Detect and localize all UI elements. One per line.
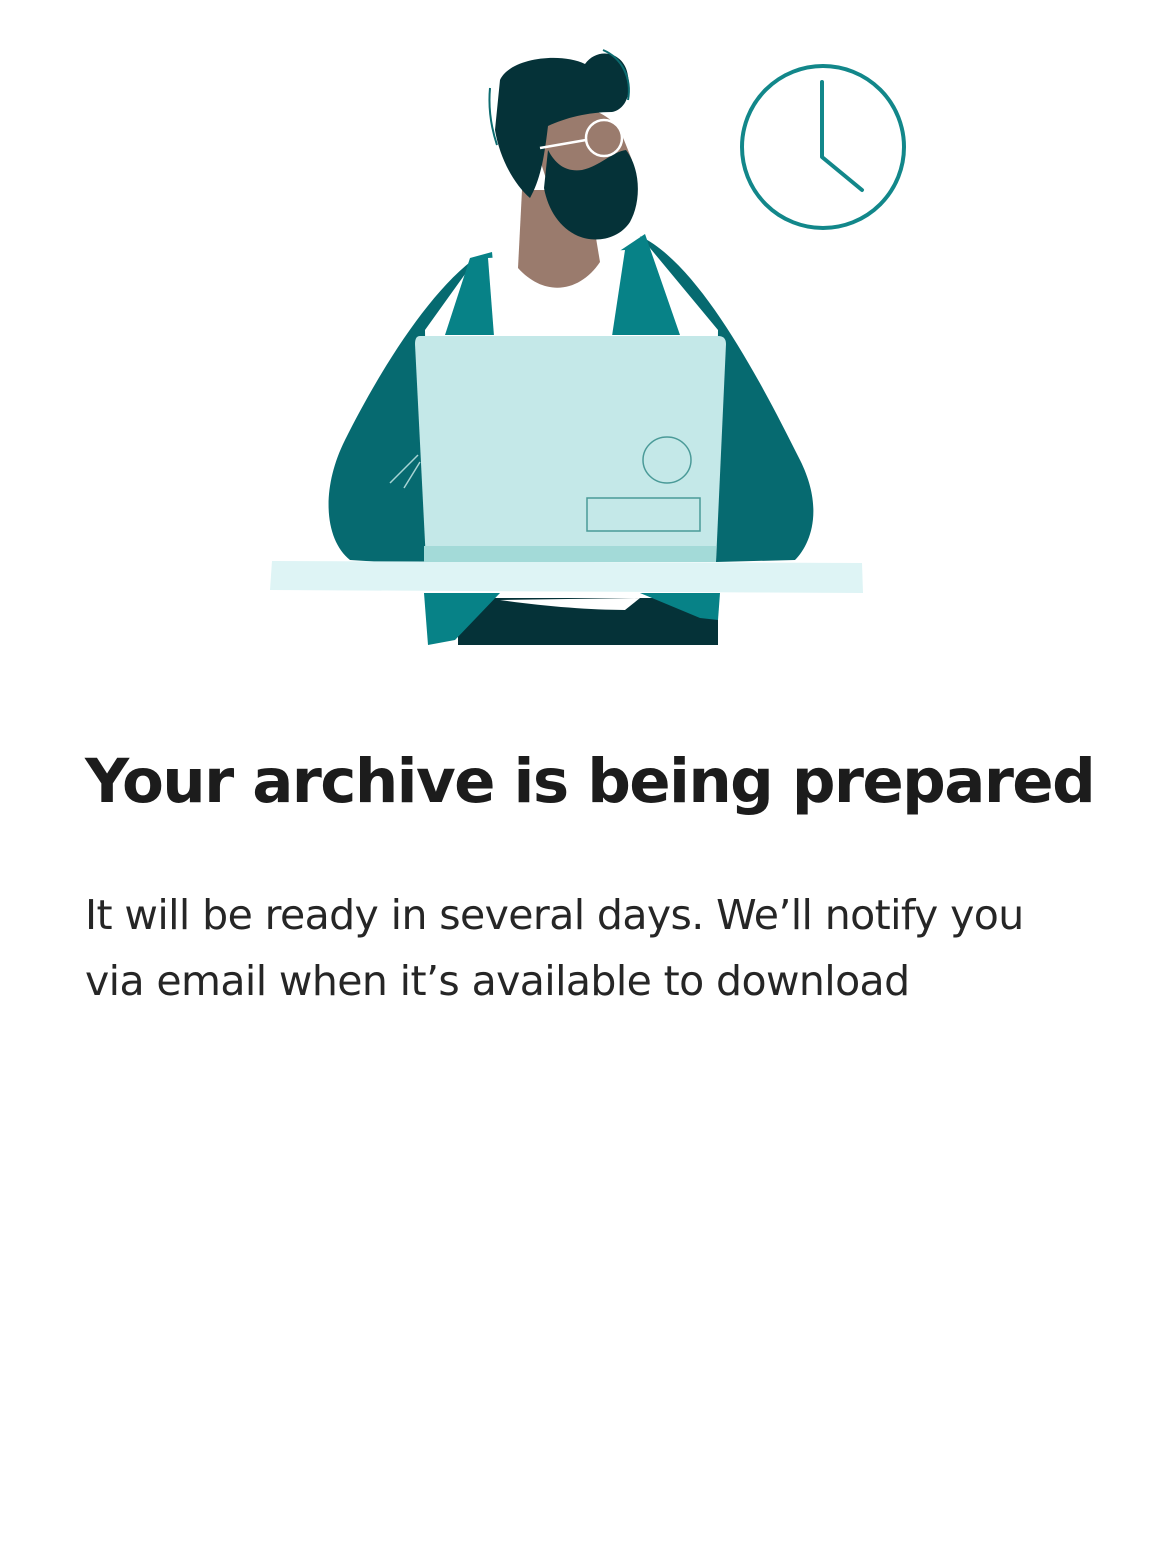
- clock-icon: [740, 64, 906, 230]
- status-message: It will be ready in several days. We’ll …: [85, 891, 1024, 1005]
- person-at-laptop-illustration: [270, 49, 906, 645]
- archive-illustration: [0, 0, 1170, 680]
- laptop: [415, 336, 726, 562]
- status-content: Your archive is being prepared It will b…: [85, 740, 1096, 1014]
- page-title: Your archive is being prepared: [85, 746, 1096, 817]
